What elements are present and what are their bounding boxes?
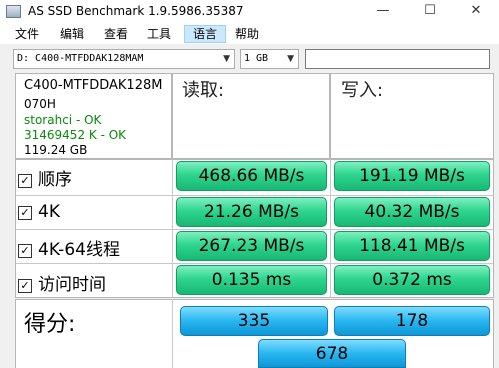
4k-write-result: 40.32 MB/s [334,197,490,227]
window-title: AS SSD Benchmark 1.9.5986.35387 [28,4,244,18]
menu-tools[interactable]: 工具 [145,25,173,43]
write-column-header: 写入: [341,80,384,101]
seq-read-result: 468.66 MB/s [176,161,327,191]
menu-edit[interactable]: 编辑 [58,25,86,43]
result-text-field[interactable] [305,49,490,69]
chevron-down-icon: ▼ [223,54,230,64]
read-column-header: 读取: [182,80,225,101]
access-read-result: 0.135 ms [176,265,327,295]
seq-write-result: 191.19 MB/s [334,161,490,191]
read-score: 335 [180,306,328,336]
menu-language[interactable]: 语言 [184,25,226,43]
divider [16,263,493,264]
test-4k64-checkbox[interactable]: ✓ 4K-64线程 [18,235,120,260]
access-write-result: 0.372 ms [334,265,490,295]
total-score: 678 [258,339,406,368]
chevron-down-icon: ▼ [287,54,294,64]
test-seq-label: 顺序 [38,170,72,190]
alignment-status: 31469452 K - OK [24,128,127,142]
size-select-value: 1 GB [244,53,269,64]
4k64-write-result: 118.41 MB/s [334,231,490,261]
close-button[interactable]: ✕ [453,0,499,24]
checkbox-icon: ✓ [18,244,32,258]
checkbox-icon: ✓ [18,279,32,293]
app-icon [6,5,21,18]
minimize-button[interactable]: — [360,0,406,24]
divider [16,195,493,196]
divider [16,229,493,230]
divider [172,299,173,368]
drive-firmware: 070H [24,97,56,111]
test-4k64-label: 4K-64线程 [38,240,120,260]
4k-read-result: 21.26 MB/s [176,197,327,227]
test-4k-label: 4K [38,202,60,222]
checkbox-icon: ✓ [18,174,32,188]
menu-file[interactable]: 文件 [13,25,41,43]
test-access-checkbox[interactable]: ✓ 访问时间 [18,270,106,295]
write-score: 178 [334,306,490,336]
test-4k-checkbox[interactable]: ✓ 4K [18,202,60,222]
score-label: 得分: [24,312,76,337]
drive-capacity: 119.24 GB [24,143,88,157]
size-select[interactable]: 1 GB ▼ [240,49,299,69]
checkbox-icon: ✓ [18,206,32,220]
4k64-read-result: 267.23 MB/s [176,231,327,261]
maximize-button[interactable]: ☐ [407,0,453,24]
drive-select[interactable]: D: C400-MTFDDAK128MAM ▼ [13,49,235,69]
menu-view[interactable]: 查看 [102,25,130,43]
driver-status: storahci - OK [24,113,102,127]
drive-select-value: D: C400-MTFDDAK128MAM [17,53,144,64]
menu-help[interactable]: 帮助 [233,25,261,43]
test-seq-checkbox[interactable]: ✓ 顺序 [18,165,72,190]
test-access-label: 访问时间 [38,275,106,295]
drive-model: C400-MTFDDAK128M [24,78,163,93]
